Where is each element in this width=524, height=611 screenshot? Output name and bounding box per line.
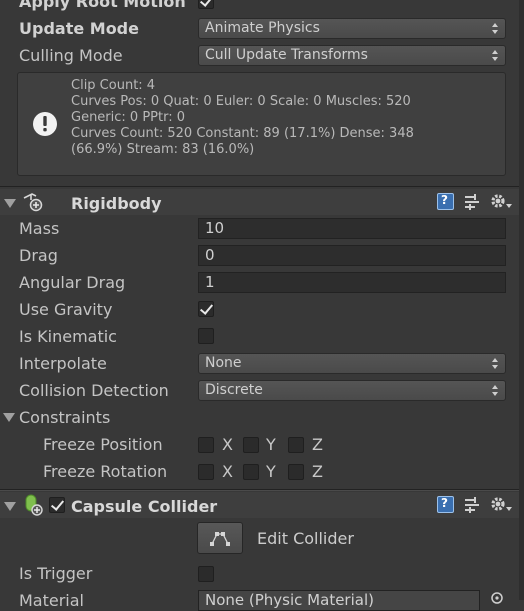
drag-label: Drag	[19, 246, 58, 265]
edit-collider-icon	[210, 532, 230, 546]
axis-x-label: X	[222, 462, 233, 481]
collision-detection-label: Collision Detection	[19, 381, 169, 400]
info-helpbox: Clip Count: 4 Curves Pos: 0 Quat: 0 Eule…	[17, 72, 506, 176]
capsule-collider-header[interactable]: Capsule Collider	[0, 492, 524, 518]
preset-icon[interactable]	[463, 496, 481, 514]
scrollbar[interactable]	[519, 0, 524, 600]
info-line: Curves Pos: 0 Quat: 0 Euler: 0 Scale: 0 …	[71, 94, 411, 109]
freeze-position-label: Freeze Position	[43, 435, 163, 454]
constraints-label[interactable]: Constraints	[19, 408, 110, 427]
freeze-rotation-y-checkbox[interactable]	[243, 464, 259, 480]
constraints-foldout-icon[interactable]	[3, 413, 15, 422]
apply-root-motion-label: Apply Root Motion	[19, 0, 186, 11]
dropdown-arrows-icon	[492, 49, 498, 62]
object-picker-icon[interactable]	[490, 591, 504, 605]
is-trigger-label: Is Trigger	[19, 564, 93, 583]
update-mode-dropdown[interactable]: Animate Physics	[198, 18, 506, 39]
update-mode-value: Animate Physics	[205, 20, 320, 36]
interpolate-label: Interpolate	[19, 354, 107, 373]
drag-field[interactable]: 0	[198, 245, 506, 266]
angular-drag-label: Angular Drag	[19, 273, 126, 292]
is-kinematic-checkbox[interactable]	[198, 328, 214, 344]
section-divider-highlight	[0, 490, 524, 491]
foldout-expanded-icon[interactable]	[4, 502, 16, 511]
freeze-position-y-checkbox[interactable]	[243, 437, 259, 453]
capsule-collider-title: Capsule Collider	[71, 497, 218, 516]
dropdown-arrows-icon	[492, 357, 498, 370]
help-icon[interactable]	[437, 496, 454, 513]
use-gravity-label: Use Gravity	[19, 300, 113, 319]
axis-z-label: Z	[312, 462, 323, 481]
mass-field[interactable]: 10	[198, 218, 506, 239]
interpolate-dropdown[interactable]: None	[198, 353, 506, 374]
rigidbody-header[interactable]: Rigidbody	[0, 189, 524, 215]
info-line: Curves Count: 520 Constant: 89 (17.1%) D…	[71, 126, 414, 141]
update-mode-label: Update Mode	[19, 19, 139, 38]
axis-x-label: X	[222, 435, 233, 454]
info-line: (66.9%) Stream: 83 (16.0%)	[71, 142, 255, 157]
is-trigger-checkbox[interactable]	[198, 566, 214, 582]
edit-collider-button[interactable]	[197, 522, 243, 554]
info-icon	[33, 112, 57, 136]
info-line: Clip Count: 4	[71, 78, 156, 93]
mass-label: Mass	[19, 219, 60, 238]
use-gravity-checkbox[interactable]	[198, 301, 214, 317]
material-field[interactable]: None (Physic Material)	[198, 590, 480, 611]
dropdown-arrows-icon	[492, 22, 498, 35]
apply-root-motion-checkbox[interactable]	[198, 0, 214, 9]
rigidbody-icon	[23, 193, 43, 212]
freeze-rotation-z-checkbox[interactable]	[288, 464, 304, 480]
culling-mode-label: Culling Mode	[19, 46, 123, 65]
collision-detection-dropdown[interactable]: Discrete	[198, 380, 506, 401]
edit-collider-label: Edit Collider	[257, 529, 354, 548]
culling-mode-dropdown[interactable]: Cull Update Transforms	[198, 45, 506, 66]
dropdown-arrows-icon	[492, 384, 498, 397]
info-text: Clip Count: 4 Curves Pos: 0 Quat: 0 Eule…	[71, 78, 414, 158]
freeze-rotation-label: Freeze Rotation	[43, 462, 168, 481]
rigidbody-title: Rigidbody	[71, 194, 162, 213]
freeze-position-x-checkbox[interactable]	[198, 437, 214, 453]
capsule-collider-enabled-checkbox[interactable]	[49, 497, 65, 513]
axis-z-label: Z	[312, 435, 323, 454]
gear-icon[interactable]	[489, 192, 513, 212]
capsule-collider-icon	[25, 494, 43, 516]
animator-section: Apply Root Motion Update Mode Animate Ph…	[0, 0, 524, 186]
preset-icon[interactable]	[463, 193, 481, 211]
is-kinematic-label: Is Kinematic	[19, 327, 117, 346]
material-label: Material	[19, 591, 84, 610]
interpolate-value: None	[205, 355, 242, 371]
freeze-position-z-checkbox[interactable]	[288, 437, 304, 453]
gear-icon[interactable]	[489, 495, 513, 515]
axis-y-label: Y	[266, 435, 276, 454]
culling-mode-value: Cull Update Transforms	[205, 47, 368, 63]
collision-detection-value: Discrete	[205, 382, 263, 398]
axis-y-label: Y	[266, 462, 276, 481]
freeze-rotation-x-checkbox[interactable]	[198, 464, 214, 480]
angular-drag-field[interactable]: 1	[198, 272, 506, 293]
foldout-expanded-icon[interactable]	[4, 199, 16, 208]
info-line: Generic: 0 PPtr: 0	[71, 110, 186, 125]
section-divider	[0, 186, 524, 187]
help-icon[interactable]	[437, 193, 454, 210]
